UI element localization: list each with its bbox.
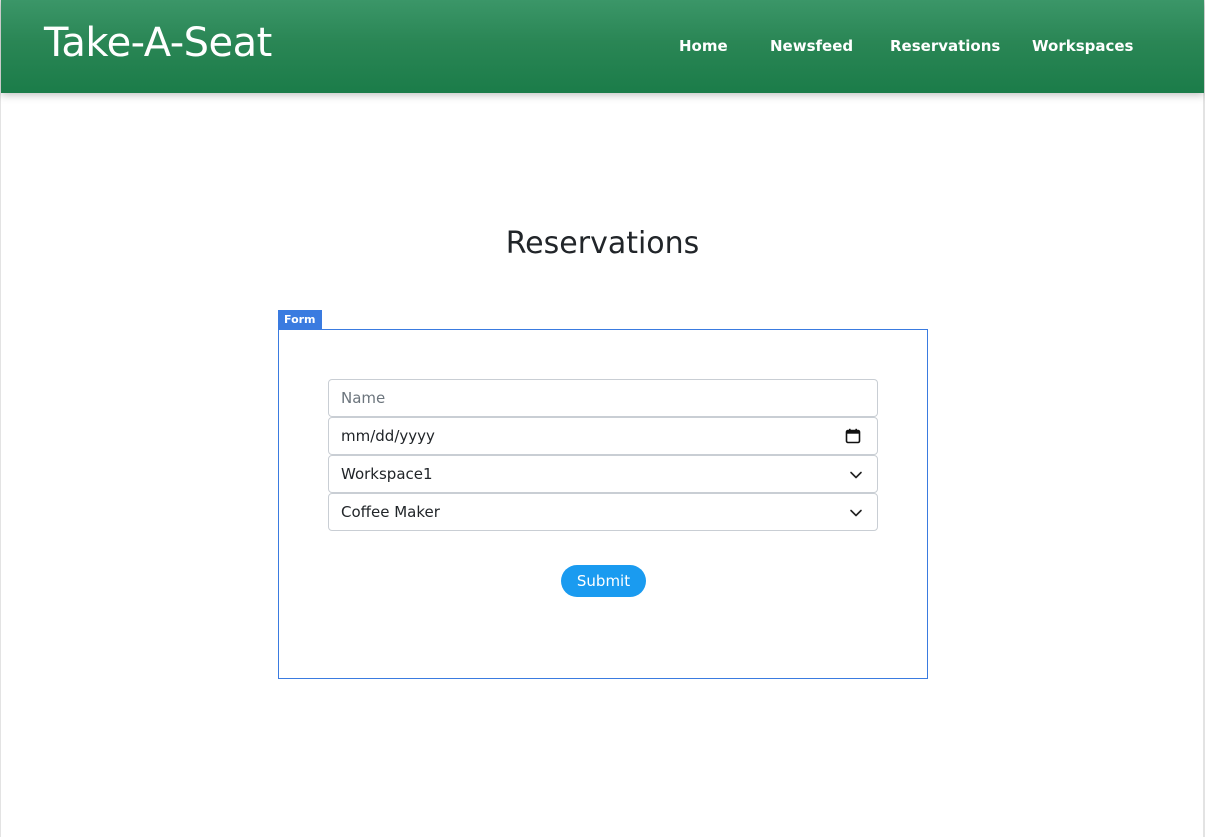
workspace-select[interactable]: Workspace1 [328,455,878,493]
page-title: Reservations [505,226,700,261]
nav-link-workspaces[interactable]: Workspaces [1032,35,1133,57]
chevron-down-icon [850,509,862,517]
nav-link-newsfeed[interactable]: Newsfeed [770,35,853,57]
workspace-select-value: Workspace1 [341,465,433,483]
nav-link-home[interactable]: Home [679,35,728,57]
nav-link-reservations[interactable]: Reservations [890,35,1000,57]
date-input[interactable]: mm/dd/yyyy [328,417,878,455]
date-placeholder: mm/dd/yyyy [341,427,435,445]
form-tag: Form [278,310,322,329]
name-input[interactable]: Name [328,379,878,417]
submit-button[interactable]: Submit [561,565,646,597]
calendar-icon[interactable] [845,428,861,444]
amenity-select-value: Coffee Maker [341,503,440,521]
navbar: Take-A-Seat Home Newsfeed Reservations W… [1,0,1204,93]
brand-logo[interactable]: Take-A-Seat [44,18,272,68]
reservation-form: Name mm/dd/yyyy Workspace1 Coffee Maker … [278,329,928,679]
amenity-select[interactable]: Coffee Maker [328,493,878,531]
chevron-down-icon [850,471,862,479]
page: Take-A-Seat Home Newsfeed Reservations W… [0,0,1205,837]
